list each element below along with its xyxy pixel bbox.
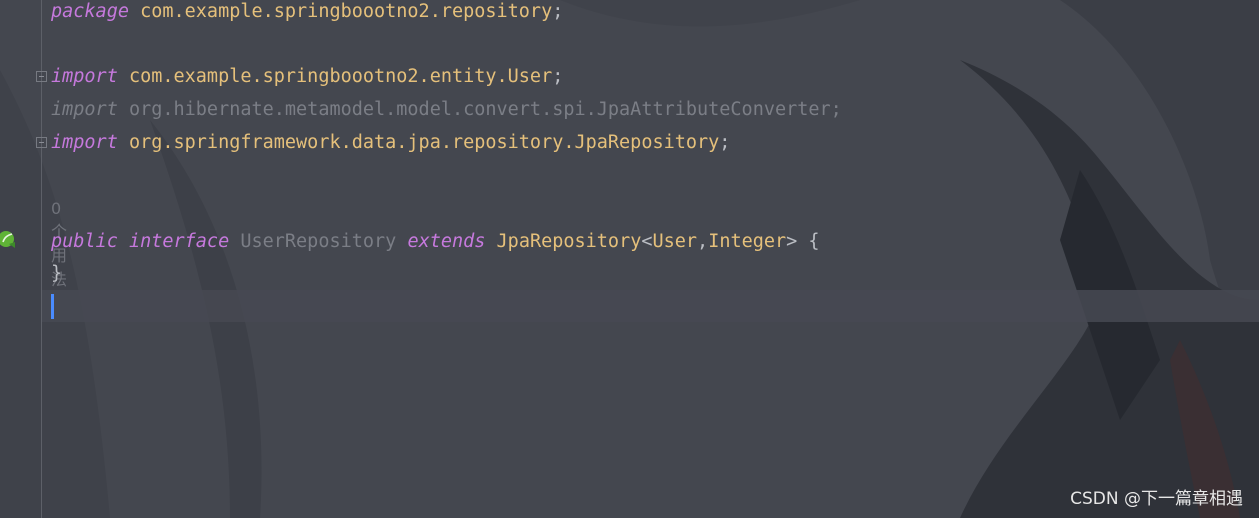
interface-name: UserRepository (240, 231, 397, 252)
import-name: org.hibernate.metamodel.model.convert.sp… (128, 99, 831, 120)
closing-brace-line: } (51, 263, 62, 285)
keyword: interface (128, 231, 230, 252)
keyword: public (51, 231, 118, 252)
closing-brace: } (51, 263, 63, 284)
package-name: com.example.springboootno2.repository (140, 1, 553, 22)
interface-declaration-line: public interface UserRepository extends … (51, 231, 820, 253)
unused-import-line: import org.hibernate.metamodel.model.con… (51, 99, 842, 121)
import-line: import org.springframework.data.jpa.repo… (51, 132, 730, 154)
type-argument: Integer (708, 231, 787, 252)
watermark: CSDN @下一篇章相遇 (1070, 489, 1243, 509)
keyword: import (51, 66, 118, 87)
generic-open: < (641, 231, 653, 252)
semicolon: ; (552, 66, 564, 87)
keyword: extends (407, 231, 486, 252)
spring-bean-icon[interactable] (0, 230, 17, 250)
current-line-highlight (42, 290, 1259, 322)
keyword: import (51, 132, 118, 153)
parent-type: JpaRepository (496, 231, 642, 252)
comma: , (697, 231, 709, 252)
semicolon: ; (830, 99, 842, 120)
keyword: import (51, 99, 118, 120)
keyword: package (51, 1, 129, 22)
type-argument: User (652, 231, 698, 252)
semicolon: ; (552, 1, 564, 22)
semicolon: ; (719, 132, 731, 153)
import-name: com.example.springboootno2.entity.User (128, 66, 553, 87)
generic-close-brace: > { (786, 231, 820, 252)
import-name: org.springframework.data.jpa.repository.… (128, 132, 720, 153)
fold-marker-icon[interactable] (36, 137, 47, 148)
import-line: import com.example.springboootno2.entity… (51, 66, 563, 88)
fold-marker-icon[interactable] (36, 71, 47, 82)
text-caret (51, 294, 54, 319)
package-line: package com.example.springboootno2.repos… (51, 1, 563, 23)
